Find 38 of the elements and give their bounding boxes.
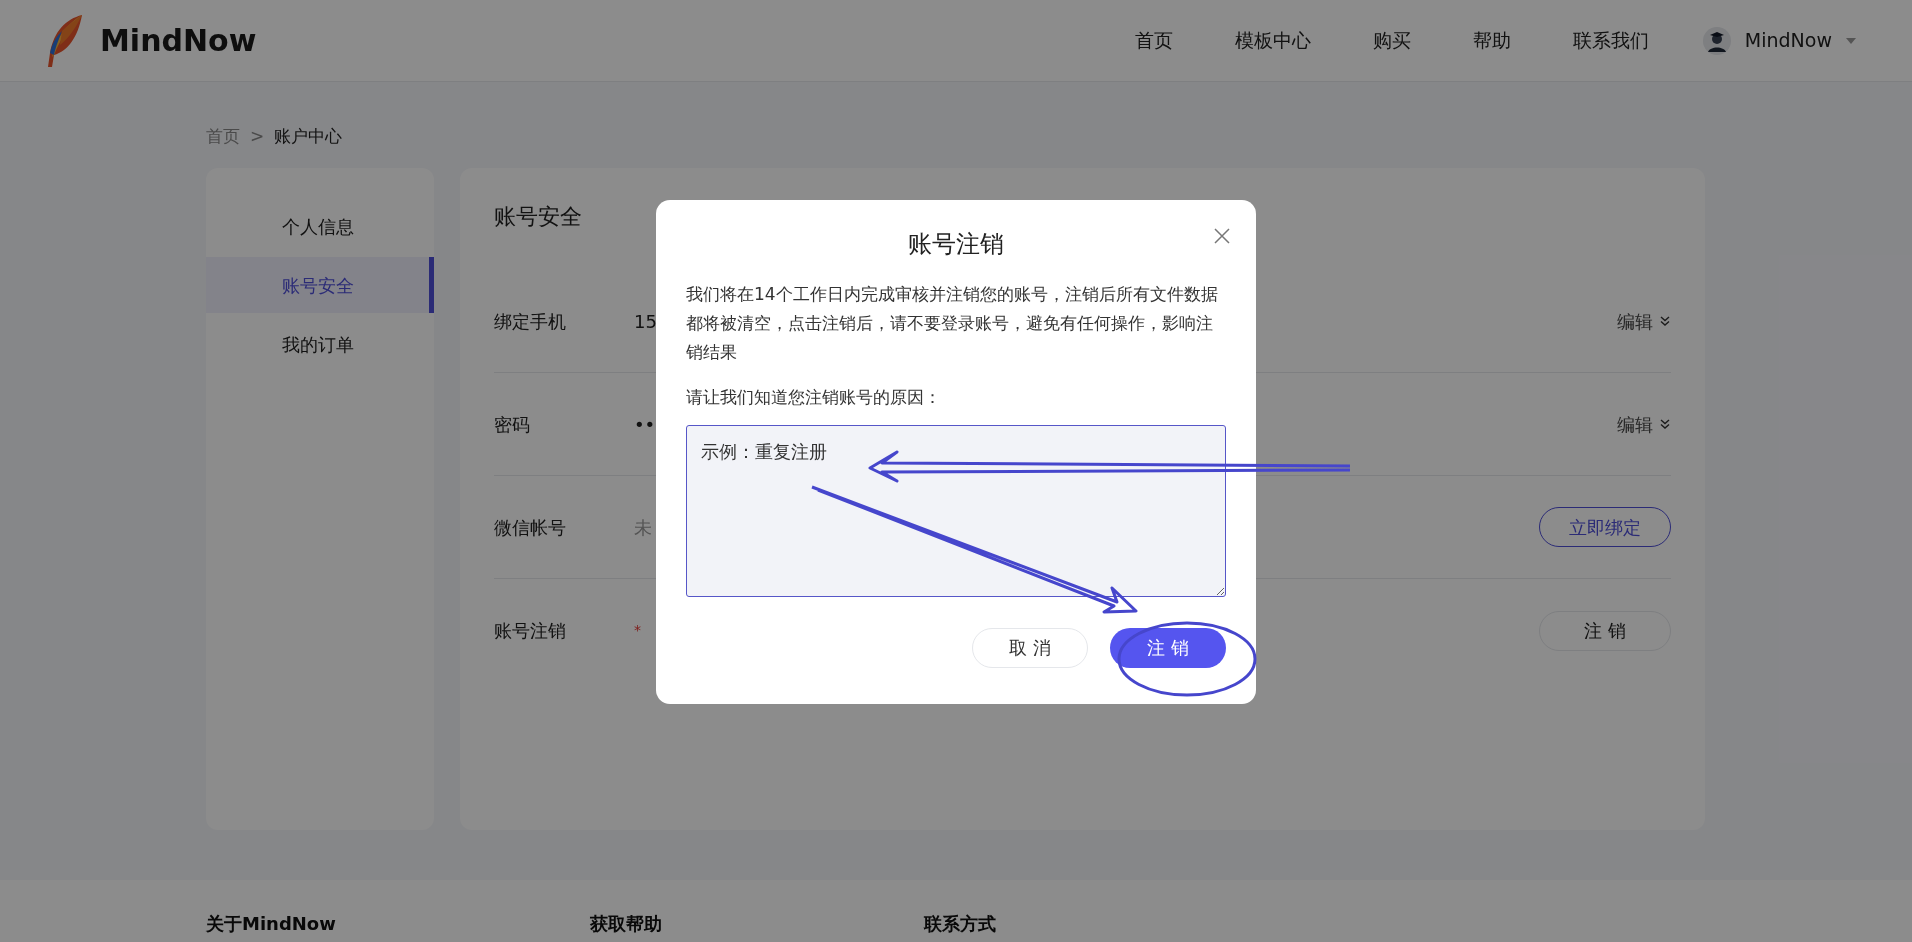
double-chevron-icon: [1659, 315, 1671, 327]
confirm-button[interactable]: 注 销: [1110, 627, 1226, 668]
sidebar-item[interactable]: 我的订单: [206, 316, 434, 372]
row-value: 未: [634, 515, 652, 540]
breadcrumb-separator: >: [250, 125, 265, 149]
section-title: 账号安全: [494, 203, 582, 231]
footer-heading: 联系方式: [924, 912, 997, 936]
dialog-message: 我们将在14个工作日内完成审核并注销您的账号，注销后所有文件数据都将被清空，点击注销后，请不要登录账号，避免有任何操作，影响注销结果: [686, 283, 1219, 364]
cancel-button[interactable]: 取 消: [972, 627, 1088, 668]
nav-link[interactable]: 首页: [1134, 26, 1173, 55]
double-chevron-icon: [1659, 418, 1671, 430]
reason-prompt: 请让我们知道您注销账号的原因：: [686, 386, 942, 409]
brand-name: MindNow: [100, 22, 257, 60]
row-label: 账号注销: [494, 619, 567, 643]
footer-heading: 获取帮助: [590, 912, 663, 936]
breadcrumb-current: 账户中心: [274, 125, 343, 149]
row-label: 绑定手机: [494, 309, 567, 334]
footer-heading: 关于MindNow: [206, 912, 337, 936]
avatar-icon[interactable]: [1702, 26, 1731, 55]
nav-link[interactable]: 联系我们: [1572, 26, 1649, 55]
close-button[interactable]: [1212, 226, 1232, 246]
user-name[interactable]: MindNow: [1744, 26, 1832, 55]
reason-field[interactable]: 示例：重复注册: [686, 424, 1226, 597]
sidebar-item[interactable]: 账号安全: [206, 257, 434, 313]
row-value: ••: [634, 412, 656, 437]
nav-link[interactable]: 帮助: [1472, 26, 1511, 55]
row-value: 15: [634, 309, 657, 334]
dialog-title: 账号注销: [908, 229, 1004, 260]
nav-link[interactable]: 购买: [1372, 26, 1411, 55]
nav-link[interactable]: 模板中心: [1234, 26, 1311, 55]
required-mark: *: [634, 621, 641, 640]
caret-icon[interactable]: [1846, 37, 1856, 44]
sidebar-item[interactable]: 个人信息: [206, 198, 434, 254]
row-label: 微信帐号: [494, 515, 567, 540]
row-label: 密码: [494, 412, 531, 437]
close-icon: [1214, 228, 1230, 244]
edit-link[interactable]: 编辑: [1617, 410, 1653, 438]
edit-link[interactable]: 编辑: [1617, 307, 1653, 335]
